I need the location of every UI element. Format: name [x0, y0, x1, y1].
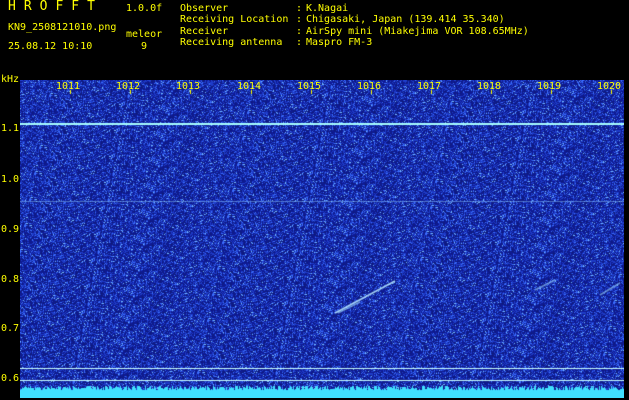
version-label: 1.0.0f	[126, 3, 163, 14]
meta-colon: :	[296, 37, 303, 48]
x-tick-label: 1018	[477, 81, 502, 92]
meta-value-antenna: Maspro FM-3	[306, 37, 373, 48]
x-tick-label: 1012	[116, 81, 141, 92]
meta-colon: :	[296, 3, 303, 14]
meta-colon: :	[296, 14, 303, 25]
y-tick-label: 1.0	[1, 174, 20, 185]
frequency-unit-label: kHz	[1, 74, 20, 85]
meta-key-antenna: Receiving antenna	[180, 37, 283, 48]
x-tick-label: 1014	[237, 81, 262, 92]
y-tick-label: 1.1	[1, 123, 20, 134]
x-tick-label: 1019	[537, 81, 562, 92]
file-name: KN9_2508121010.png	[8, 22, 117, 33]
x-tick-label: 1013	[176, 81, 201, 92]
x-tick-label: 1015	[297, 81, 322, 92]
meteor-count-value: 9	[141, 41, 148, 52]
x-tick-label: 1011	[56, 81, 81, 92]
meta-value-observer: K.Nagai	[306, 3, 349, 14]
y-tick-label: 0.6	[1, 373, 20, 384]
x-tick-label: 1016	[357, 81, 382, 92]
meta-value-receiver: AirSpy mini (Miakejima VOR 108.65MHz)	[306, 26, 529, 37]
meta-key-observer: Observer	[180, 3, 229, 14]
meta-key-location: Receiving Location	[180, 14, 289, 25]
y-tick-label: 0.8	[1, 274, 20, 285]
x-tick-label: 1020	[597, 81, 622, 92]
meteor-count-label: meleor	[126, 29, 163, 40]
meta-colon: :	[296, 26, 303, 37]
y-tick-label: 0.7	[1, 323, 20, 334]
meta-value-location: Chigasaki, Japan (139.414 35.340)	[306, 14, 505, 25]
x-tick-label: 1017	[417, 81, 442, 92]
app-title: HROFFT	[8, 0, 103, 14]
y-tick-label: 0.9	[1, 224, 20, 235]
capture-time: 25.08.12 10:10	[8, 41, 93, 52]
spectrogram-canvas	[20, 80, 624, 398]
meta-key-receiver: Receiver	[180, 26, 229, 37]
